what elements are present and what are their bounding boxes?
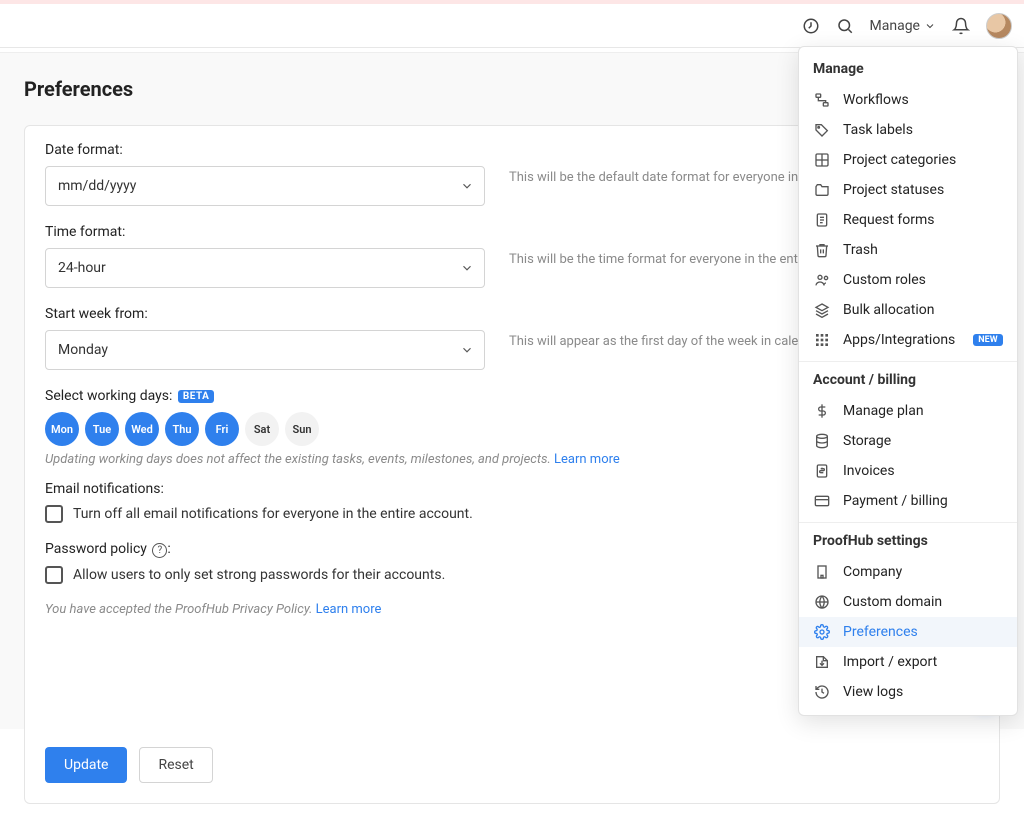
manage-dropdown-panel: Manage Workflows Task labels Project catego… (798, 46, 1018, 716)
gear-icon (813, 624, 831, 640)
menu-item-label: Request forms (843, 212, 935, 228)
history-icon (813, 684, 831, 700)
menu-item-request-forms[interactable]: Request forms (799, 205, 1017, 235)
time-format-select[interactable]: 24-hour (45, 248, 485, 288)
menu-item-label: View logs (843, 684, 903, 700)
card-icon (813, 493, 831, 509)
menu-item-view-logs[interactable]: View logs (799, 677, 1017, 707)
manage-dropdown-trigger[interactable]: Manage (870, 18, 936, 34)
menu-item-label: Custom domain (843, 594, 942, 610)
day-toggle-fri[interactable]: Fri (205, 412, 239, 446)
menu-item-custom-domain[interactable]: Custom domain (799, 587, 1017, 617)
menu-item-manage-plan[interactable]: Manage plan (799, 396, 1017, 426)
new-badge: NEW (973, 334, 1002, 346)
timer-icon[interactable] (802, 17, 820, 35)
tag-icon (813, 122, 831, 138)
menu-item-label: Manage plan (843, 403, 924, 419)
building-icon (813, 564, 831, 580)
menu-item-label: Invoices (843, 463, 895, 479)
dollar-icon (813, 403, 831, 419)
trash-icon (813, 242, 831, 258)
day-toggle-thu[interactable]: Thu (165, 412, 199, 446)
menu-item-label: Storage (843, 433, 891, 449)
beta-badge: BETA (178, 390, 215, 403)
day-toggle-wed[interactable]: Wed (125, 412, 159, 446)
menu-item-project-statuses[interactable]: Project statuses (799, 175, 1017, 205)
update-button[interactable]: Update (45, 747, 127, 783)
menu-item-label: Payment / billing (843, 493, 948, 509)
stack-icon (813, 302, 831, 318)
menu-section-title: ProofHub settings (799, 529, 1017, 557)
chevron-down-icon (924, 20, 936, 32)
working-days-learn-more-link[interactable]: Learn more (554, 452, 620, 467)
time-format-label: Time format: (45, 224, 485, 240)
menu-item-label: Bulk allocation (843, 302, 934, 318)
menu-item-preferences[interactable]: Preferences (799, 617, 1017, 647)
menu-item-label: Workflows (843, 92, 909, 108)
grid-icon (813, 152, 831, 168)
menu-item-label: Preferences (843, 624, 918, 640)
menu-item-label: Project categories (843, 152, 956, 168)
bell-icon[interactable] (952, 17, 970, 35)
day-toggle-sat[interactable]: Sat (245, 412, 279, 446)
menu-section-title: Manage (799, 57, 1017, 85)
menu-item-label: Project statuses (843, 182, 944, 198)
menu-item-apps-integrations[interactable]: Apps/Integrations NEW (799, 325, 1017, 355)
reset-button[interactable]: Reset (139, 747, 212, 783)
import-icon (813, 654, 831, 670)
menu-item-label: Trash (843, 242, 878, 258)
day-toggle-tue[interactable]: Tue (85, 412, 119, 446)
menu-item-project-categories[interactable]: Project categories (799, 145, 1017, 175)
date-format-label: Date format: (45, 142, 485, 158)
start-week-value: Monday (58, 342, 108, 358)
avatar[interactable] (986, 13, 1012, 39)
time-format-value: 24-hour (58, 260, 106, 276)
storage-icon (813, 433, 831, 449)
header-bar: Manage (0, 4, 1024, 48)
roles-icon (813, 272, 831, 288)
menu-item-label: Company (843, 564, 902, 580)
password-policy-checkbox[interactable] (45, 566, 63, 584)
menu-separator (799, 522, 1017, 523)
chevron-down-icon (460, 343, 474, 357)
menu-item-payment-billing[interactable]: Payment / billing (799, 486, 1017, 516)
menu-item-bulk-allocation[interactable]: Bulk allocation (799, 295, 1017, 325)
folder-icon (813, 182, 831, 198)
day-toggle-sun[interactable]: Sun (285, 412, 319, 446)
menu-item-workflows[interactable]: Workflows (799, 85, 1017, 115)
menu-item-custom-roles[interactable]: Custom roles (799, 265, 1017, 295)
password-policy-checkbox-label: Allow users to only set strong passwords… (73, 567, 445, 583)
menu-item-trash[interactable]: Trash (799, 235, 1017, 265)
workflow-icon (813, 92, 831, 108)
menu-item-storage[interactable]: Storage (799, 426, 1017, 456)
menu-section-title: Account / billing (799, 368, 1017, 396)
menu-item-task-labels[interactable]: Task labels (799, 115, 1017, 145)
menu-item-label: Import / export (843, 654, 937, 670)
email-notifications-checkbox[interactable] (45, 505, 63, 523)
day-toggle-mon[interactable]: Mon (45, 412, 79, 446)
privacy-learn-more-link[interactable]: Learn more (316, 602, 382, 617)
start-week-label: Start week from: (45, 306, 485, 322)
date-format-select[interactable]: mm/dd/yyyy (45, 166, 485, 206)
menu-item-invoices[interactable]: Invoices (799, 456, 1017, 486)
form-icon (813, 212, 831, 228)
menu-item-label: Apps/Integrations (843, 332, 955, 348)
email-notifications-checkbox-label: Turn off all email notifications for eve… (73, 506, 473, 522)
menu-item-label: Custom roles (843, 272, 926, 288)
globe-icon (813, 594, 831, 610)
menu-item-import-export[interactable]: Import / export (799, 647, 1017, 677)
menu-item-label: Task labels (843, 122, 913, 138)
chevron-down-icon (460, 261, 474, 275)
start-week-select[interactable]: Monday (45, 330, 485, 370)
menu-item-company[interactable]: Company (799, 557, 1017, 587)
apps-icon (813, 332, 831, 348)
manage-label: Manage (870, 18, 920, 34)
search-icon[interactable] (836, 17, 854, 35)
help-icon[interactable]: ? (152, 543, 167, 558)
date-format-value: mm/dd/yyyy (58, 178, 136, 194)
invoice-icon (813, 463, 831, 479)
chevron-down-icon (460, 179, 474, 193)
menu-separator (799, 361, 1017, 362)
